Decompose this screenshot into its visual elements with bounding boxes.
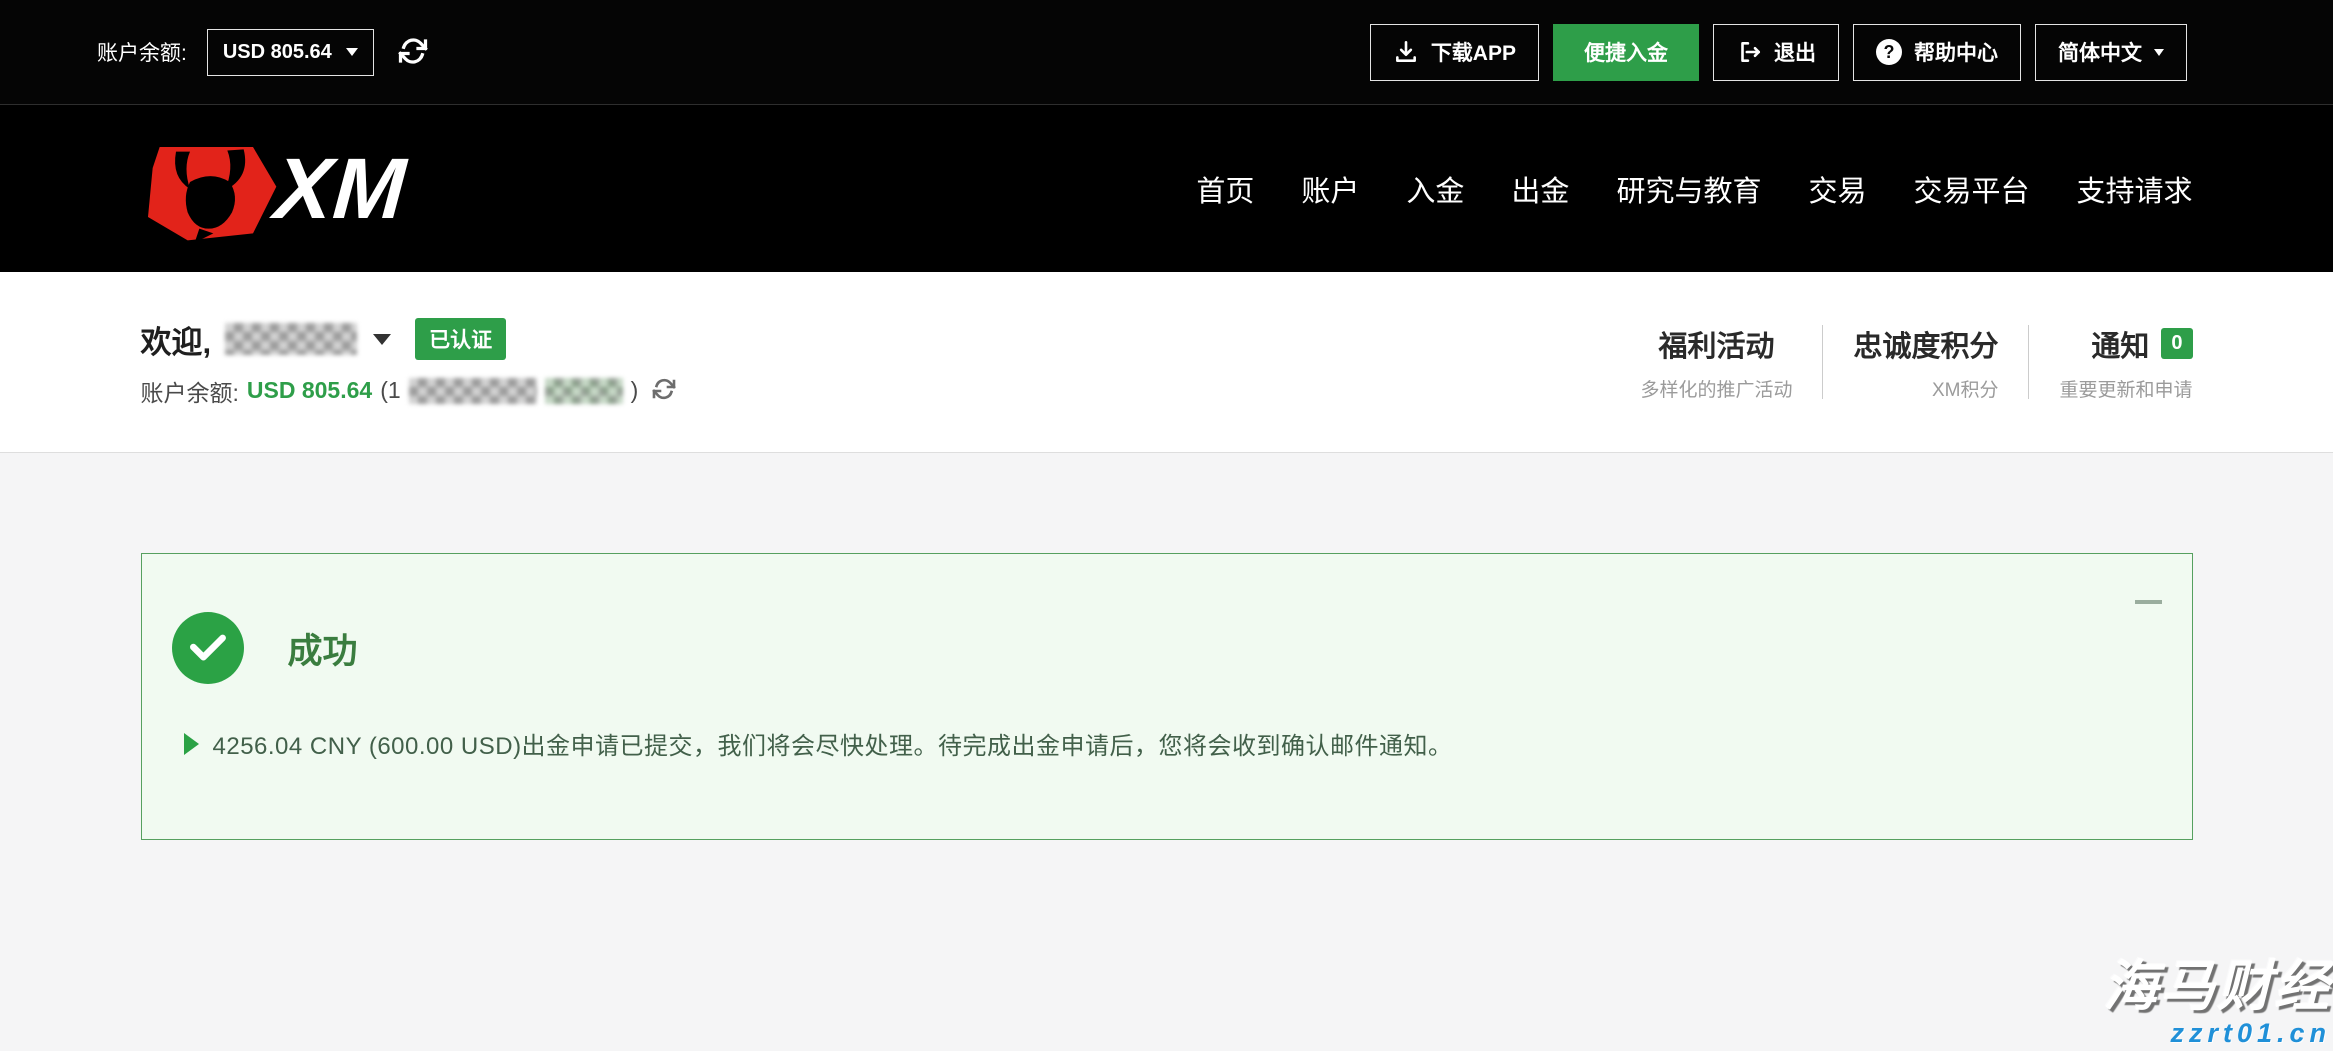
account-number-close: ) — [631, 377, 639, 404]
nav-item-account[interactable]: 账户 — [1301, 168, 1359, 210]
nav-item-research-education[interactable]: 研究与教育 — [1616, 168, 1761, 210]
alert-title: 成功 — [288, 623, 358, 674]
verified-badge: 已认证 — [415, 318, 506, 360]
shortcut-subtitle: 多样化的推广活动 — [1640, 375, 1792, 402]
nav-item-trading[interactable]: 交易 — [1808, 168, 1866, 210]
refresh-icon — [652, 377, 676, 404]
download-app-button[interactable]: 下载APP — [1370, 24, 1539, 81]
welcome-shortcuts: 福利活动 多样化的推广活动 忠诚度积分 XM积分 通知 0 重要更新和申请 — [1610, 323, 2192, 402]
nav-item-home[interactable]: 首页 — [1196, 168, 1254, 210]
bullet-triangle-icon — [184, 733, 199, 755]
shortcut-promotions[interactable]: 福利活动 多样化的推广活动 — [1610, 323, 1822, 402]
censored-account-number — [409, 378, 537, 404]
nav-item-support[interactable]: 支持请求 — [2076, 168, 2192, 210]
shortcut-title: 通知 — [2091, 323, 2149, 365]
shortcut-title: 福利活动 — [1658, 323, 1774, 365]
refresh-icon — [398, 36, 428, 69]
logout-icon — [1736, 39, 1762, 65]
logout-button[interactable]: 退出 — [1713, 24, 1839, 81]
shortcut-notifications[interactable]: 通知 0 重要更新和申请 — [2029, 323, 2192, 402]
shortcut-subtitle: XM积分 — [1853, 375, 1998, 402]
quick-deposit-label: 便捷入金 — [1584, 37, 1668, 67]
logout-label: 退出 — [1774, 37, 1816, 67]
username-chevron-down-icon[interactable] — [373, 334, 391, 345]
welcome-balance-label: 账户余额: — [141, 374, 239, 408]
account-number-open: (1 — [380, 377, 400, 404]
success-check-icon — [172, 612, 244, 684]
nav-item-deposit[interactable]: 入金 — [1406, 168, 1464, 210]
collapse-panel-button[interactable] — [2135, 600, 2162, 604]
quick-deposit-button[interactable]: 便捷入金 — [1553, 24, 1699, 81]
help-center-label: 帮助中心 — [1914, 37, 1998, 67]
watermark-url: zzrt01.cn — [2103, 1020, 2331, 1047]
welcome-bar: 欢迎, 已认证 账户余额: USD 805.64 (1 ) — [0, 272, 2333, 453]
main-nav: 首页 账户 入金 出金 研究与教育 交易 交易平台 支持请求 — [1196, 168, 2192, 210]
watermark: 海马财经 zzrt01.cn — [2103, 959, 2331, 1047]
watermark-title: 海马财经 — [2103, 959, 2331, 1014]
shortcut-title: 忠诚度积分 — [1853, 323, 1998, 365]
success-alert-panel: 成功 4256.04 CNY (600.00 USD)出金申请已提交，我们将会尽… — [141, 553, 2193, 840]
welcome-block: 欢迎, 已认证 账户余额: USD 805.64 (1 ) — [141, 317, 677, 408]
nav-item-withdraw[interactable]: 出金 — [1511, 168, 1569, 210]
welcome-greeting: 欢迎, — [141, 317, 212, 362]
language-label: 简体中文 — [2058, 37, 2142, 67]
notification-count-badge: 0 — [2161, 328, 2192, 359]
help-center-button[interactable]: ? 帮助中心 — [1853, 24, 2021, 81]
alert-message: 4256.04 CNY (600.00 USD)出金申请已提交，我们将会尽快处理… — [213, 726, 1453, 761]
xm-bull-icon — [141, 135, 281, 243]
censored-account-tail — [545, 378, 623, 404]
question-icon: ? — [1876, 39, 1902, 65]
language-selector[interactable]: 简体中文 — [2035, 24, 2187, 81]
refresh-account-button[interactable] — [652, 377, 676, 404]
shortcut-loyalty-points[interactable]: 忠诚度积分 XM积分 — [1823, 323, 2028, 402]
download-app-label: 下载APP — [1431, 37, 1516, 67]
nav-item-platforms[interactable]: 交易平台 — [1913, 168, 2029, 210]
main-content: 成功 4256.04 CNY (600.00 USD)出金申请已提交，我们将会尽… — [0, 553, 2333, 840]
account-balance-value: USD 805.64 — [223, 41, 332, 64]
utility-bar: 账户余额: USD 805.64 下载APP 便捷入金 — [0, 0, 2333, 105]
welcome-balance-value: USD 805.64 — [247, 377, 372, 404]
chevron-down-icon — [2154, 49, 2164, 56]
censored-username — [225, 323, 357, 355]
refresh-balance-button[interactable] — [398, 36, 428, 69]
xm-logo[interactable]: XM — [141, 135, 406, 243]
xm-logo-text: XM — [271, 146, 408, 232]
download-icon — [1393, 39, 1419, 65]
chevron-down-icon — [346, 48, 358, 56]
shortcut-subtitle: 重要更新和申请 — [2059, 375, 2192, 402]
account-balance-dropdown[interactable]: USD 805.64 — [207, 29, 374, 76]
brand-bar: XM 首页 账户 入金 出金 研究与教育 交易 交易平台 支持请求 — [0, 105, 2333, 272]
topbar-balance-label: 账户余额: — [97, 37, 187, 67]
